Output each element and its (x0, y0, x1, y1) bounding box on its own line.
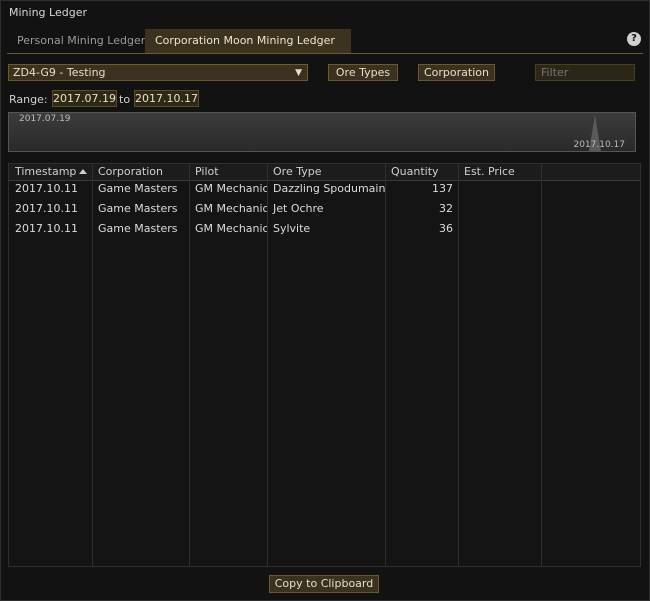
column-header-corporation[interactable]: Corporation (92, 164, 189, 180)
range-label: Range: (9, 93, 48, 106)
filter-input[interactable]: Filter (535, 64, 635, 81)
cell-corporation: Game Masters (98, 182, 178, 195)
cell-quantity: 137 (432, 182, 453, 195)
table-row[interactable]: 2017.10.11 Game Masters GM Mechanic Dazz… (9, 179, 640, 199)
column-header-pilot[interactable]: Pilot (189, 164, 267, 180)
cell-pilot: GM Mechanic (195, 222, 267, 235)
cell-est-price (458, 179, 541, 199)
copy-to-clipboard-button[interactable]: Copy to Clipboard (269, 575, 379, 593)
cell-ore-type: Sylvite (273, 222, 311, 235)
mining-ledger-window: Mining Ledger Personal Mining Ledger Cor… (0, 0, 650, 601)
cell-timestamp: 2017.10.11 (15, 182, 78, 195)
cell-corporation: Game Masters (98, 202, 178, 215)
cell-ore-type: Dazzling Spodumain (273, 182, 385, 195)
table-row[interactable]: 2017.10.11 Game Masters GM Mechanic Jet … (9, 199, 640, 219)
cell-est-price (458, 199, 541, 219)
cell-pilot: GM Mechanic (195, 202, 267, 215)
ledger-table: Timestamp Corporation Pilot Ore Type Qua… (8, 163, 641, 567)
table-row[interactable]: 2017.10.11 Game Masters GM Mechanic Sylv… (9, 219, 640, 239)
structure-select[interactable]: ZD4-G9 - Testing ▼ (8, 64, 308, 81)
ore-types-button[interactable]: Ore Types (328, 64, 398, 81)
sort-ascending-icon (79, 169, 87, 174)
cell-pilot: GM Mechanic (195, 182, 267, 195)
tab-personal-mining-ledger[interactable]: Personal Mining Ledger (7, 29, 164, 53)
column-header-quantity[interactable]: Quantity (385, 164, 458, 180)
corporation-button[interactable]: Corporation (418, 64, 495, 81)
cell-est-price (458, 219, 541, 239)
cell-quantity: 32 (439, 202, 453, 215)
timeline-end-label: 2017.10.17 (573, 140, 625, 150)
tab-corporation-moon-mining-ledger[interactable]: Corporation Moon Mining Ledger (145, 29, 351, 53)
range-from-field[interactable]: 2017.07.19 (52, 90, 117, 107)
chevron-down-icon: ▼ (295, 68, 302, 78)
column-header-ore-type[interactable]: Ore Type (267, 164, 385, 180)
timeline-graph[interactable]: 2017.07.19 2017.10.17 (8, 112, 636, 152)
structure-select-value: ZD4-G9 - Testing (13, 66, 106, 79)
range-to-field[interactable]: 2017.10.17 (134, 90, 199, 107)
cell-timestamp: 2017.10.11 (15, 222, 78, 235)
cell-corporation: Game Masters (98, 222, 178, 235)
timeline-start-label: 2017.07.19 (19, 114, 71, 124)
tab-bar: Personal Mining Ledger Corporation Moon … (7, 29, 643, 54)
column-header-est-price[interactable]: Est. Price (458, 164, 541, 180)
window-title: Mining Ledger (9, 6, 87, 19)
cell-quantity: 36 (439, 222, 453, 235)
cell-timestamp: 2017.10.11 (15, 202, 78, 215)
range-to-label: to (119, 93, 131, 106)
cell-ore-type: Jet Ochre (273, 202, 324, 215)
help-icon[interactable]: ? (627, 32, 641, 46)
